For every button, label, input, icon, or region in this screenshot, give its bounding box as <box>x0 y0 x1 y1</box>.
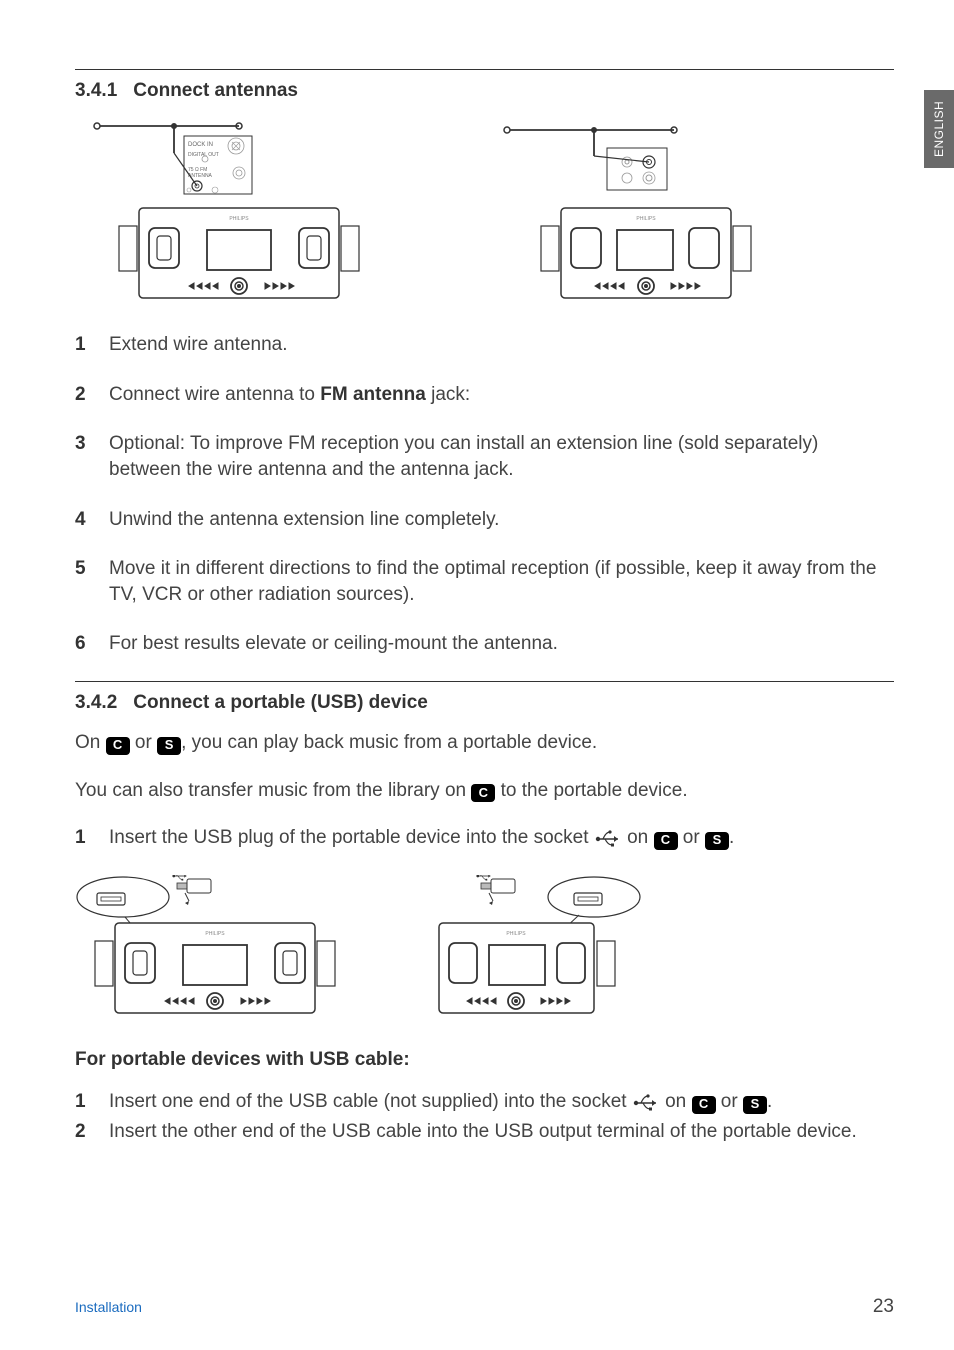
cable-step-1: 1 Insert one end of the USB cable (not s… <box>75 1089 894 1115</box>
step-number: 2 <box>75 382 89 408</box>
section-342-heading: 3.4.2 Connect a portable (USB) device <box>75 692 894 714</box>
section-title: Connect antennas <box>133 80 298 102</box>
section-341-steps: 1 Extend wire antenna. 2 Connect wire an… <box>75 332 894 657</box>
step-3: 3 Optional: To improve FM reception you … <box>75 431 894 482</box>
usb-intro-2: You can also transfer music from the lib… <box>75 778 894 804</box>
svg-text:PHILIPS: PHILIPS <box>205 931 225 937</box>
step-text: For best results elevate or ceiling-moun… <box>109 631 558 657</box>
step-text: Move it in different directions to find … <box>109 556 894 607</box>
step-text: Insert one end of the USB cable (not sup… <box>109 1089 772 1115</box>
badge-s-icon: S <box>157 737 181 755</box>
badge-s-icon: S <box>743 1096 767 1114</box>
step-text: Unwind the antenna extension line comple… <box>109 507 499 533</box>
badge-c-icon: C <box>471 784 495 802</box>
usb-step-1: 1 Insert the USB plug of the portable de… <box>75 825 894 851</box>
step-text: Optional: To improve FM reception you ca… <box>109 431 894 482</box>
section-number: 3.4.1 <box>75 80 117 102</box>
usb-step-insert: 1 Insert the USB plug of the portable de… <box>75 825 894 851</box>
section-341-heading: 3.4.1 Connect antennas <box>75 80 894 102</box>
step-text: Insert the other end of the USB cable in… <box>109 1119 857 1145</box>
rule-top <box>75 69 894 70</box>
svg-text:PHILIPS: PHILIPS <box>506 931 526 937</box>
svg-text:PHILIPS: PHILIPS <box>229 216 249 222</box>
footer-section-name: Installation <box>75 1299 142 1315</box>
svg-text:DIGITAL OUT: DIGITAL OUT <box>188 152 219 158</box>
step-number: 4 <box>75 507 89 533</box>
step-text: Extend wire antenna. <box>109 332 288 358</box>
usb-icon <box>632 1093 660 1111</box>
svg-text:PHILIPS: PHILIPS <box>636 216 656 222</box>
language-tab: ENGLISH <box>924 90 954 168</box>
step-number: 3 <box>75 431 89 482</box>
antenna-diagram-center: DOCK IN DIGITAL OUT 75 Ω FM ANTENNA PHIL… <box>89 118 389 308</box>
step-4: 4 Unwind the antenna extension line comp… <box>75 507 894 533</box>
usb-icon <box>594 829 622 847</box>
badge-c-icon: C <box>692 1096 716 1114</box>
footer-page-number: 23 <box>873 1296 894 1318</box>
step-1: 1 Extend wire antenna. <box>75 332 894 358</box>
step-text: Connect wire antenna to FM antenna jack: <box>109 382 470 408</box>
usb-intro-1: On C or S, you can play back music from … <box>75 730 894 756</box>
usb-diagram-center: PHILIPS <box>75 875 355 1025</box>
step-number: 5 <box>75 556 89 607</box>
section-title: Connect a portable (USB) device <box>133 692 428 714</box>
step-number: 2 <box>75 1119 89 1145</box>
step-2: 2 Connect wire antenna to FM antenna jac… <box>75 382 894 408</box>
step-number: 1 <box>75 825 89 851</box>
section-number: 3.4.2 <box>75 692 117 714</box>
badge-c-icon: C <box>654 832 678 850</box>
svg-text:DOCK IN: DOCK IN <box>188 142 213 148</box>
step-number: 1 <box>75 1089 89 1115</box>
step-text: Insert the USB plug of the portable devi… <box>109 825 734 851</box>
usb-diagram-station: PHILIPS <box>419 875 649 1025</box>
antenna-diagram-station: PHILIPS <box>499 118 759 308</box>
rule-mid <box>75 681 894 682</box>
badge-c-icon: C <box>106 737 130 755</box>
step-6: 6 For best results elevate or ceiling-mo… <box>75 631 894 657</box>
page-footer: Installation 23 <box>75 1296 894 1318</box>
step-number: 6 <box>75 631 89 657</box>
usb-cable-subhead: For portable devices with USB cable: <box>75 1049 894 1071</box>
step-5: 5 Move it in different directions to fin… <box>75 556 894 607</box>
step-number: 1 <box>75 332 89 358</box>
badge-s-icon: S <box>705 832 729 850</box>
antenna-diagrams: DOCK IN DIGITAL OUT 75 Ω FM ANTENNA PHIL… <box>89 118 894 308</box>
usb-diagrams: PHILIPS <box>75 875 894 1025</box>
cable-step-2: 2 Insert the other end of the USB cable … <box>75 1119 894 1145</box>
usb-cable-steps: 1 Insert one end of the USB cable (not s… <box>75 1089 894 1144</box>
